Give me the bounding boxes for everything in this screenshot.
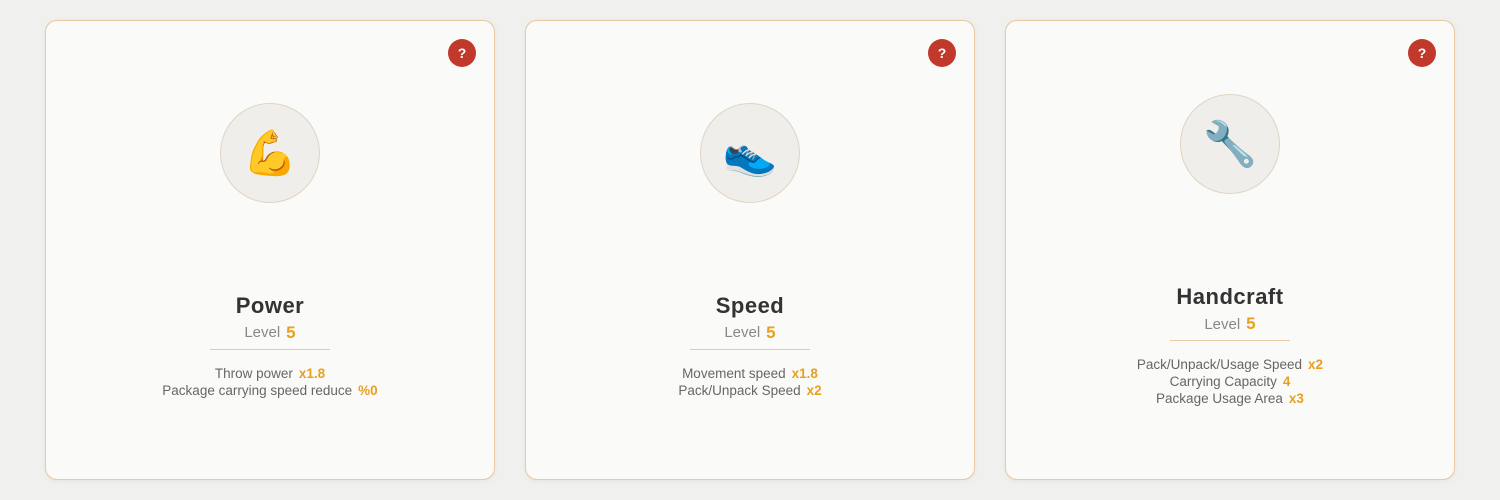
stat-label-speed-0: Movement speed — [682, 366, 786, 381]
icon-speed: 👟 — [700, 103, 800, 203]
stats-speed: Movement speed x1.8 Pack/Unpack Speed x2 — [678, 366, 821, 398]
title-handcraft: Handcraft — [1176, 284, 1283, 310]
stat-value-handcraft-2: x3 — [1289, 391, 1304, 406]
stat-value-handcraft-1: 4 — [1283, 374, 1291, 389]
level-label-speed: Level — [724, 324, 760, 341]
stat-label-handcraft-1: Carrying Capacity — [1170, 374, 1277, 389]
level-value-power: 5 — [286, 323, 295, 343]
level-row-handcraft: Level 5 — [1170, 314, 1290, 341]
stat-label-handcraft-0: Pack/Unpack/Usage Speed — [1137, 357, 1302, 372]
level-value-speed: 5 — [766, 323, 775, 343]
stat-value-power-0: x1.8 — [299, 366, 325, 381]
content-handcraft: Handcraft Level 5 Pack/Unpack/Usage Speed x2… — [1137, 284, 1323, 406]
stat-row-handcraft-1: Carrying Capacity 4 — [1170, 374, 1291, 389]
stat-label-power-0: Throw power — [215, 366, 293, 381]
stat-row-power-1: Package carrying speed reduce %0 — [162, 383, 377, 398]
stat-row-handcraft-2: Package Usage Area x3 — [1156, 391, 1304, 406]
stat-value-speed-1: x2 — [807, 383, 822, 398]
content-speed: Speed Level 5 Movement speed x1.8 Pack/Unpack… — [678, 293, 821, 398]
content-power: Power Level 5 Throw power x1.8 Package carryi… — [162, 293, 377, 398]
card-power: ? 💪 Power Level 5 Throw power x1.8 Package carr… — [45, 20, 495, 480]
stat-value-speed-0: x1.8 — [792, 366, 818, 381]
stats-power: Throw power x1.8 Package carrying speed re… — [162, 366, 377, 398]
help-button-power[interactable]: ? — [448, 39, 476, 67]
stat-row-power-0: Throw power x1.8 — [215, 366, 325, 381]
level-label-handcraft: Level — [1204, 316, 1240, 333]
card-handcraft: ? 🔧 Handcraft Level 5 Pack/Unpack/Usage Speed… — [1005, 20, 1455, 480]
stat-label-power-1: Package carrying speed reduce — [162, 383, 352, 398]
level-row-speed: Level 5 — [690, 323, 810, 350]
stat-row-speed-0: Movement speed x1.8 — [682, 366, 818, 381]
stats-handcraft: Pack/Unpack/Usage Speed x2 Carrying Capaci… — [1137, 357, 1323, 406]
icon-power: 💪 — [220, 103, 320, 203]
cards-container: ? 💪 Power Level 5 Throw power x1.8 Package carr… — [0, 0, 1500, 500]
level-row-power: Level 5 — [210, 323, 330, 350]
stat-row-handcraft-0: Pack/Unpack/Usage Speed x2 — [1137, 357, 1323, 372]
level-label-power: Level — [244, 324, 280, 341]
help-button-speed[interactable]: ? — [928, 39, 956, 67]
help-button-handcraft[interactable]: ? — [1408, 39, 1436, 67]
stat-row-speed-1: Pack/Unpack Speed x2 — [678, 383, 821, 398]
title-speed: Speed — [716, 293, 785, 319]
title-power: Power — [236, 293, 305, 319]
card-speed: ? 👟 Speed Level 5 Movement speed x1.8 Pack/Unpa… — [525, 20, 975, 480]
icon-handcraft: 🔧 — [1180, 94, 1280, 194]
stat-label-handcraft-2: Package Usage Area — [1156, 391, 1283, 406]
level-value-handcraft: 5 — [1246, 314, 1255, 334]
stat-value-power-1: %0 — [358, 383, 378, 398]
stat-value-handcraft-0: x2 — [1308, 357, 1323, 372]
stat-label-speed-1: Pack/Unpack Speed — [678, 383, 800, 398]
